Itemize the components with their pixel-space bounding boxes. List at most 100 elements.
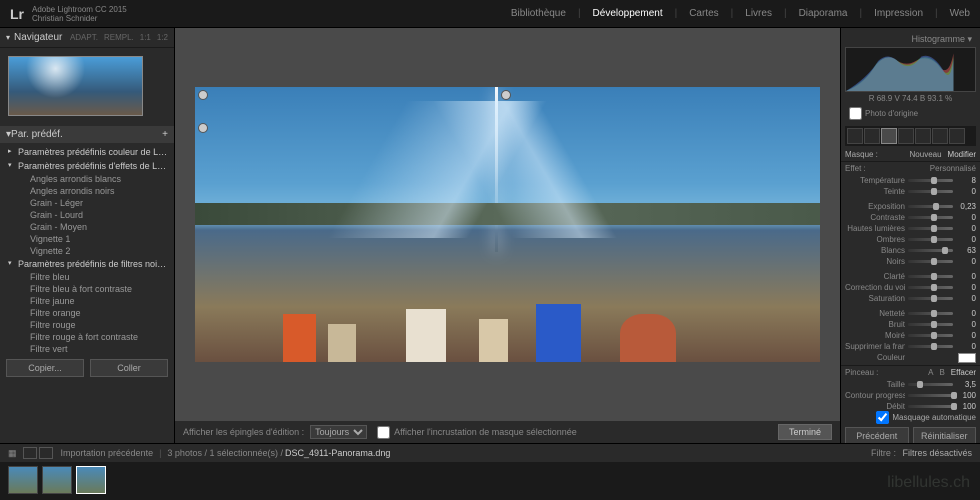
adjust-tool-icon[interactable] <box>949 128 965 144</box>
navigator-thumbnail[interactable] <box>8 56 143 116</box>
slider-température[interactable]: Température8 <box>841 175 980 186</box>
mask-overlay-checkbox[interactable] <box>377 426 390 439</box>
tool-strip <box>845 126 976 146</box>
spot-tool-icon[interactable] <box>864 128 880 144</box>
filmstrip-thumb[interactable] <box>8 466 38 494</box>
preset-item[interactable]: Filtre bleu <box>0 271 174 283</box>
preset-item[interactable]: Filtre vert <box>0 343 174 353</box>
slider-clarté[interactable]: Clarté0 <box>841 271 980 282</box>
zoom-opt[interactable]: 1:1 <box>140 33 151 42</box>
nav-diaporama[interactable]: Diaporama <box>799 8 848 19</box>
add-preset-icon[interactable]: + <box>162 129 168 140</box>
slider-exposition[interactable]: Exposition0,23 <box>841 201 980 212</box>
graduated-tool-icon[interactable] <box>898 128 914 144</box>
automask-checkbox[interactable] <box>876 411 889 424</box>
histogram-rgb: R 68.9 V 74.4 B 93.1 % <box>845 92 976 105</box>
slider-hautes-lumières[interactable]: Hautes lumières0 <box>841 223 980 234</box>
view-mode-icon[interactable] <box>23 447 37 459</box>
adjustment-pin[interactable] <box>198 90 208 100</box>
brush-tab[interactable]: A <box>928 368 933 377</box>
import-label[interactable]: Importation précédente <box>61 448 154 458</box>
color-swatch[interactable] <box>958 353 976 363</box>
slider-ombres[interactable]: Ombres0 <box>841 234 980 245</box>
preset-item[interactable]: Filtre jaune <box>0 295 174 307</box>
app-logo: Lr <box>10 6 24 22</box>
grid-icon[interactable]: ▦ <box>8 448 17 459</box>
view-mode-icon[interactable] <box>39 447 53 459</box>
effect-value[interactable]: Personnalisé <box>930 164 976 173</box>
adjustment-pin[interactable] <box>501 90 511 100</box>
preset-item[interactable]: Vignette 1 <box>0 233 174 245</box>
crop-tool-icon[interactable] <box>847 128 863 144</box>
zoom-opt[interactable]: REMPL. <box>104 33 134 42</box>
paste-button[interactable]: Coller <box>90 359 168 377</box>
slider-contour-progressif[interactable]: Contour progressif100 <box>841 390 980 401</box>
mask-label: Masque : <box>845 150 910 159</box>
preset-item[interactable]: Grain - Moyen <box>0 221 174 233</box>
nav-livres[interactable]: Livres <box>745 8 772 19</box>
reset-button[interactable]: Réinitialiser <box>913 427 977 443</box>
zoom-opt[interactable]: ADAPT. <box>70 33 98 42</box>
preset-item[interactable]: Grain - Léger <box>0 197 174 209</box>
slider-netteté[interactable]: Netteté0 <box>841 308 980 319</box>
photo-preview[interactable] <box>195 87 820 362</box>
slider-contraste[interactable]: Contraste0 <box>841 212 980 223</box>
histogram-title[interactable]: Histogramme ▾ <box>845 32 976 47</box>
preset-item[interactable]: Filtre bleu à fort contraste <box>0 283 174 295</box>
slider-taille[interactable]: Taille3,5 <box>841 379 980 390</box>
slider-blancs[interactable]: Blancs63 <box>841 245 980 256</box>
module-nav: Bibliothèque|Développement|Cartes|Livres… <box>511 8 970 19</box>
mask-new-button[interactable]: Nouveau <box>910 150 942 159</box>
slider-noirs[interactable]: Noirs0 <box>841 256 980 267</box>
preset-list: Paramètres prédéfinis couleur de Lightro… <box>0 143 174 353</box>
preset-item[interactable]: Filtre rouge à fort contraste <box>0 331 174 343</box>
preset-item[interactable]: Grain - Lourd <box>0 209 174 221</box>
adjustment-pin[interactable] <box>198 123 208 133</box>
original-photo-checkbox[interactable] <box>849 107 862 120</box>
presets-header[interactable]: ▾ Par. prédéf. + <box>0 126 174 143</box>
previous-button[interactable]: Précédent <box>845 427 909 443</box>
histogram-display[interactable] <box>845 47 976 92</box>
slider-saturation[interactable]: Saturation0 <box>841 293 980 304</box>
nav-cartes[interactable]: Cartes <box>689 8 718 19</box>
radial-tool-icon[interactable] <box>881 128 897 144</box>
preset-group[interactable]: Paramètres prédéfinis d'effets de Lightr… <box>0 159 174 173</box>
preset-item[interactable]: Angles arrondis blancs <box>0 173 174 185</box>
nav-développement[interactable]: Développement <box>593 8 663 19</box>
navigator-zoom-opts[interactable]: ADAPT. REMPL. 1:1 1:2 <box>70 33 168 42</box>
preset-item[interactable]: Filtre rouge <box>0 319 174 331</box>
filmstrip-thumb[interactable] <box>76 466 106 494</box>
slider-débit[interactable]: Débit100 <box>841 401 980 412</box>
preset-group[interactable]: Paramètres prédéfinis de filtres noir et… <box>0 257 174 271</box>
slider-supprimer-la-frange[interactable]: Supprimer la frange0 <box>841 341 980 352</box>
navigator-header[interactable]: ▾ Navigateur ADAPT.REMPL.1:11:2 <box>0 28 174 48</box>
filter-value[interactable]: Filtres désactivés <box>902 448 972 458</box>
color-label: Couleur <box>845 353 905 362</box>
canvas[interactable] <box>175 28 840 421</box>
header: Lr Adobe Lightroom CC 2015 Christian Sch… <box>0 0 980 28</box>
preset-group[interactable]: Paramètres prédéfinis couleur de Lightro… <box>0 145 174 159</box>
brush-tab[interactable]: B <box>939 368 944 377</box>
preset-item[interactable]: Vignette 2 <box>0 245 174 257</box>
preset-item[interactable]: Angles arrondis noirs <box>0 185 174 197</box>
brush-tab[interactable]: Effacer <box>951 368 976 377</box>
slider-correction-du-voile[interactable]: Correction du voile0 <box>841 282 980 293</box>
brush-tabs[interactable]: AB Effacer <box>922 368 976 377</box>
copy-button[interactable]: Copier... <box>6 359 84 377</box>
redeye-tool-icon[interactable] <box>932 128 948 144</box>
mask-edit-button[interactable]: Modifier <box>948 150 976 159</box>
nav-web[interactable]: Web <box>950 8 970 19</box>
slider-teinte[interactable]: Teinte0 <box>841 186 980 197</box>
nav-bibliothèque[interactable]: Bibliothèque <box>511 8 566 19</box>
done-button[interactable]: Terminé <box>778 424 832 440</box>
preset-item[interactable]: Filtre orange <box>0 307 174 319</box>
slider-bruit[interactable]: Bruit0 <box>841 319 980 330</box>
pins-mode-select[interactable]: Toujours <box>310 425 367 439</box>
nav-impression[interactable]: Impression <box>874 8 923 19</box>
brush-tool-icon[interactable] <box>915 128 931 144</box>
zoom-opt[interactable]: 1:2 <box>157 33 168 42</box>
app-title: Adobe Lightroom CC 2015 <box>32 5 127 14</box>
mask-overlay-label: Afficher l'incrustation de masque sélect… <box>394 427 577 437</box>
filmstrip-thumb[interactable] <box>42 466 72 494</box>
slider-moiré[interactable]: Moiré0 <box>841 330 980 341</box>
